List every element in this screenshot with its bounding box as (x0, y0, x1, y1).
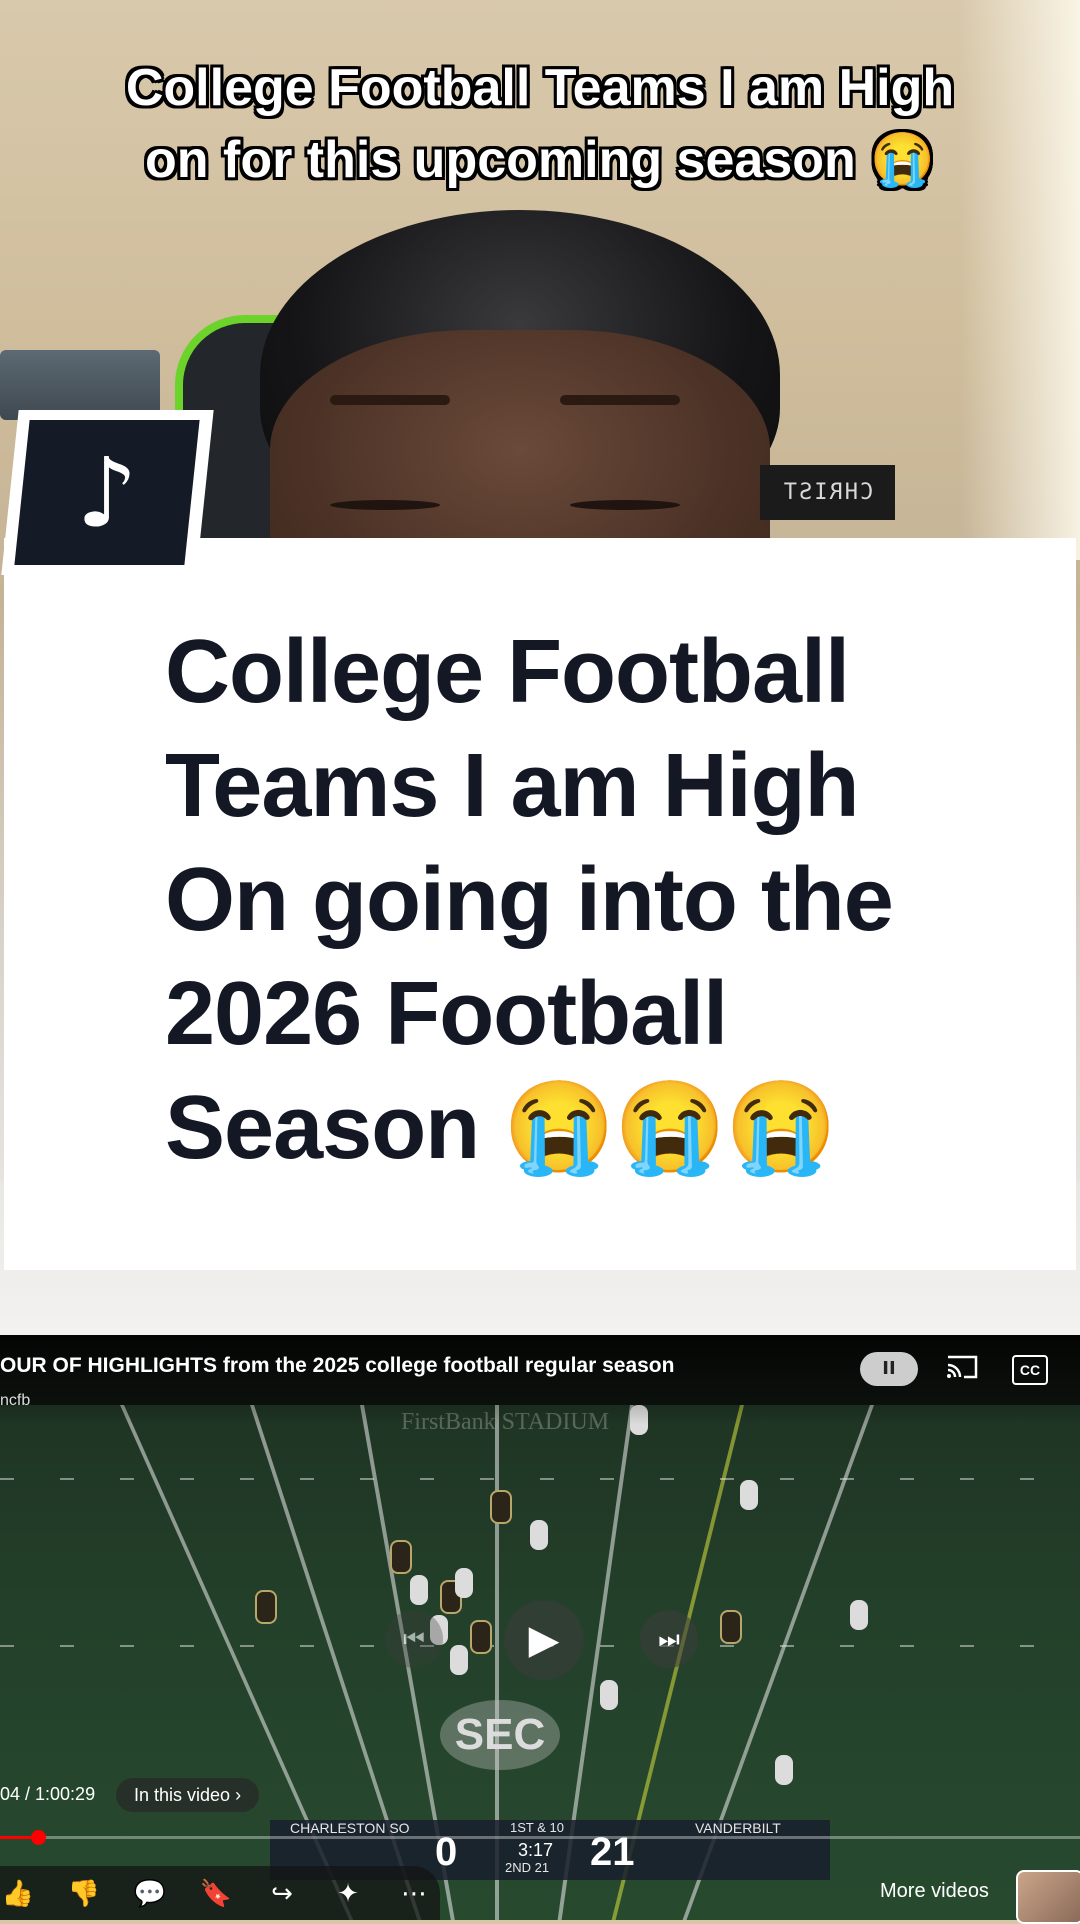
caption-line-1: College Football Teams I am High (125, 59, 955, 117)
time-display: 04 / 1:00:29 (0, 1784, 96, 1804)
more-videos-label[interactable]: More videos (880, 1880, 989, 1903)
right-brow (560, 395, 680, 405)
in-this-video-label: In this video (134, 1785, 231, 1805)
save-icon[interactable]: 🔖 (198, 1876, 234, 1912)
player (390, 1540, 412, 1574)
player (255, 1590, 277, 1624)
play-button[interactable]: ▶ (504, 1600, 584, 1680)
progress-bar[interactable] (0, 1836, 1080, 1839)
scorebug-team-1: CHARLESTON SO (290, 1820, 410, 1836)
player (775, 1755, 793, 1785)
chevron-right-icon: › (235, 1785, 242, 1805)
dislike-icon[interactable]: 👎 (66, 1876, 102, 1912)
next-button[interactable]: ⏭ (640, 1610, 698, 1668)
player (530, 1520, 548, 1550)
left-brow (330, 395, 450, 405)
sec-logo: SEC (440, 1700, 560, 1770)
caption-line-2: on for this upcoming season 😭 (145, 131, 935, 189)
captions-icon[interactable]: CC (1012, 1355, 1048, 1385)
more-icon[interactable]: ⋯ (396, 1876, 432, 1912)
comments-icon[interactable]: 💬 (132, 1876, 168, 1912)
title-line-2: Teams I am High (165, 736, 860, 836)
share-icon[interactable]: ↪ (264, 1876, 300, 1912)
right-eye (570, 500, 680, 510)
player (740, 1480, 758, 1510)
more-videos-thumbnail[interactable] (1016, 1870, 1080, 1924)
scorebug-team-2: VANDERBILT (695, 1820, 781, 1836)
left-eye (330, 500, 440, 510)
in-this-video-button[interactable]: In this video › (116, 1778, 260, 1812)
player (490, 1490, 512, 1524)
background-sign: CHRIST (760, 465, 895, 520)
title-line-4: 2026 Football (165, 964, 728, 1064)
player (455, 1568, 473, 1598)
player (720, 1610, 742, 1644)
player-top-gradient (0, 1335, 1080, 1425)
channel-name[interactable]: ncfb (0, 1392, 30, 1410)
cast-icon[interactable] (946, 1353, 978, 1379)
like-icon[interactable]: 👍 (0, 1876, 36, 1912)
video-caption: College Football Teams I am High on for … (60, 52, 1020, 196)
progress-scrubber[interactable] (31, 1830, 46, 1845)
title-line-3: On going into the (165, 850, 894, 950)
hash-marks (0, 1478, 1080, 1480)
remix-icon[interactable]: ✦ (330, 1876, 366, 1912)
player (600, 1680, 618, 1710)
player (470, 1620, 492, 1654)
scorebug-down: 1ST & 10 (510, 1820, 564, 1835)
title-line-5: Season 😭😭😭 (165, 1078, 837, 1178)
tiktok-badge: ♪ (1, 410, 214, 575)
previous-button[interactable]: ⏮ (385, 1610, 443, 1668)
autoplay-toggle[interactable]: II (860, 1352, 918, 1386)
title-card-text: College Football Teams I am High On goin… (165, 615, 965, 1185)
title-line-1: College Football (165, 622, 850, 722)
tiktok-logo-icon: ♪ (76, 436, 138, 549)
video-title[interactable]: OUR OF HIGHLIGHTS from the 2025 college … (0, 1354, 674, 1378)
player (850, 1600, 868, 1630)
player (410, 1575, 428, 1605)
scorebug-clock: 3:17 (518, 1840, 554, 1860)
scorebug-period: 2ND 21 (505, 1860, 550, 1875)
player (450, 1645, 468, 1675)
